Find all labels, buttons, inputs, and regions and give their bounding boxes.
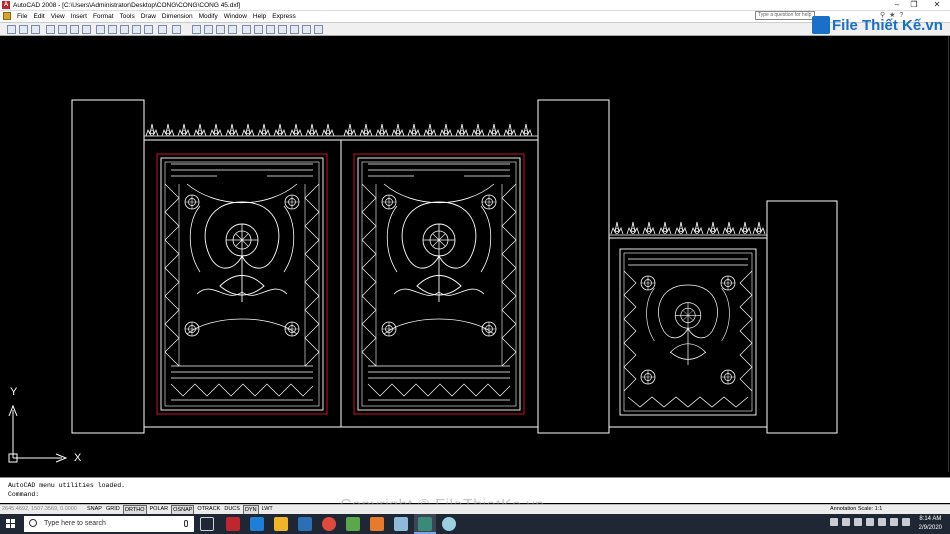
windows-taskbar: Type here to search 8:14 AM 2/9/2020 [0,514,950,534]
autocad-active-icon[interactable] [418,517,432,531]
keyboard-icon[interactable] [902,518,910,526]
coordinate-readout: 2645.4692, 1507.3569, 0.0000 [2,506,77,512]
side-gate-leaf [620,249,756,415]
menu-modify[interactable]: Modify [196,11,221,22]
help-toolbar-icon[interactable] [314,25,323,34]
annotation-scale-value[interactable]: 1:1 [875,506,883,512]
menu-view[interactable]: View [48,11,68,22]
maximize-icon[interactable]: ❐ [907,0,921,10]
menu-draw[interactable]: Draw [138,11,159,22]
open-icon[interactable] [19,25,28,34]
app-orange-icon[interactable] [370,517,384,531]
save-icon[interactable] [31,25,40,34]
markup-icon[interactable] [290,25,299,34]
menu-file[interactable]: File [14,11,30,22]
clock-date: 2/9/2020 [918,525,942,531]
left-pillar [71,99,145,434]
help-search-input[interactable]: Type a question for help [755,11,815,20]
drawing-canvas[interactable]: Y X [1,36,949,472]
calculator-icon[interactable] [302,25,311,34]
search-icon [29,519,37,527]
app-green-icon[interactable] [346,517,360,531]
minimize-icon[interactable]: – [890,0,904,10]
copy-icon[interactable] [108,25,117,34]
shield-icon[interactable] [866,518,874,526]
publish-icon[interactable] [70,25,79,34]
menu-edit[interactable]: Edit [30,11,47,22]
system-tray [830,518,910,526]
paste-icon[interactable] [120,25,129,34]
main-gate-right-leaf [354,154,524,414]
main-gate-finials [145,123,533,137]
file-explorer-icon[interactable] [274,517,288,531]
ucs-x-label: X [74,452,82,464]
autocad-app-icon[interactable]: A [2,1,10,9]
right-pillar [766,200,838,434]
close-icon[interactable]: ✕ [930,0,944,10]
side-gate-finials [610,221,766,235]
menu-help[interactable]: Help [250,11,269,22]
print-icon[interactable] [46,25,55,34]
app-blue-icon[interactable] [394,517,408,531]
taskbar-search-input[interactable]: Type here to search [24,516,194,532]
title-bar: A AutoCAD 2008 - [C:\Users\Administrator… [0,0,950,11]
zoom-window-icon[interactable] [216,25,225,34]
match-properties-icon[interactable] [132,25,141,34]
ucs-y-label: Y [10,386,18,398]
menu-window[interactable]: Window [221,11,250,22]
gate-drawing [8,99,838,463]
new-icon[interactable] [7,25,16,34]
main-gate-left-leaf [157,154,327,414]
redo-icon[interactable] [172,25,181,34]
menu-items: File Edit View Insert Format Tools Draw … [14,11,299,22]
menu-tools[interactable]: Tools [117,11,138,22]
menu-dimension[interactable]: Dimension [159,11,196,22]
antivirus-icon[interactable] [842,518,850,526]
menu-express[interactable]: Express [269,11,298,22]
annotation-scale[interactable]: Annotation Scale: 1:1 [830,505,882,514]
properties-icon[interactable] [242,25,251,34]
pan-icon[interactable] [192,25,201,34]
network-icon[interactable] [878,518,886,526]
logo-text: File Thiết Kế.vn [832,16,943,34]
logo-mark-icon [812,16,830,34]
chrome-icon[interactable] [322,517,336,531]
app-paint-icon[interactable] [442,517,456,531]
menu-format[interactable]: Format [90,11,117,22]
taskbar-clock[interactable]: 8:14 AM 2/9/2020 [919,515,942,533]
standard-toolbar [0,22,950,36]
ucs-icon [8,404,68,463]
pdf-icon[interactable] [854,518,862,526]
microphone-icon[interactable] [184,520,188,527]
zoom-previous-icon[interactable] [228,25,237,34]
store-icon[interactable] [298,517,312,531]
edge-icon[interactable] [250,517,264,531]
taskbar-search-placeholder: Type here to search [44,520,106,527]
undo-icon[interactable] [158,25,167,34]
design-center-icon[interactable] [254,25,263,34]
clock-time: 8:14 AM [919,516,942,522]
middle-pillar [537,99,610,434]
cloud-icon[interactable] [830,518,838,526]
zoom-realtime-icon[interactable] [204,25,213,34]
sheet-set-icon[interactable] [278,25,287,34]
annotation-scale-label: Annotation Scale: [830,506,874,512]
autocad-taskbar-icon[interactable] [226,517,240,531]
3dprint-icon[interactable] [82,25,91,34]
command-history: AutoCAD menu utilities loaded. [8,482,126,489]
task-view-icon[interactable] [200,517,214,531]
status-bar: 2645.4692, 1507.3569, 0.0000 SNAP GRID O… [0,504,950,516]
document-menu-icon[interactable] [3,12,11,20]
site-logo: File Thiết Kế.vn [812,14,943,36]
cut-icon[interactable] [96,25,105,34]
volume-icon[interactable] [890,518,898,526]
block-editor-icon[interactable] [144,25,153,34]
preview-icon[interactable] [58,25,67,34]
windows-start-icon[interactable] [6,519,16,529]
menu-insert[interactable]: Insert [68,11,90,22]
window-title: AutoCAD 2008 - [C:\Users\Administrator\D… [13,2,241,9]
tool-palettes-icon[interactable] [266,25,275,34]
command-prompt[interactable]: Command: [8,490,39,499]
